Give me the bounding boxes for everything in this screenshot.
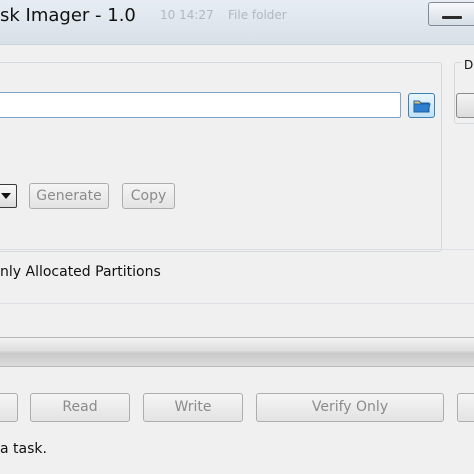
image-file-input[interactable]: [0, 92, 401, 118]
allocated-partitions-label: nly Allocated Partitions: [0, 264, 161, 280]
hash-type-dropdown[interactable]: [0, 184, 17, 208]
device-browse-button[interactable]: [456, 93, 474, 118]
title-ghost-text: 10 14:27: [160, 8, 214, 22]
generate-button[interactable]: Generate: [29, 183, 109, 209]
chevron-down-icon: [1, 193, 11, 199]
browse-button[interactable]: [408, 93, 435, 118]
progress-bar: [0, 337, 474, 367]
status-text: a task.: [0, 441, 47, 457]
folder-icon: [413, 100, 431, 113]
image-file-group: [0, 62, 442, 252]
copy-button[interactable]: Copy: [122, 183, 175, 209]
minimize-icon: [442, 16, 462, 19]
title-bar: sk Imager - 1.0 10 14:27 File folder: [0, 0, 474, 45]
divider: [0, 249, 474, 250]
verify-only-button[interactable]: Verify Only: [256, 393, 444, 422]
read-button[interactable]: Read: [30, 393, 130, 422]
window-title: sk Imager - 1.0: [0, 5, 136, 26]
device-group-label: D: [462, 58, 474, 72]
minimize-button[interactable]: [428, 2, 474, 26]
divider: [0, 303, 474, 304]
title-ghost-text: File folder: [228, 8, 287, 22]
cancel-button[interactable]: [0, 393, 18, 422]
write-button[interactable]: Write: [143, 393, 243, 422]
exit-button[interactable]: [457, 393, 474, 422]
